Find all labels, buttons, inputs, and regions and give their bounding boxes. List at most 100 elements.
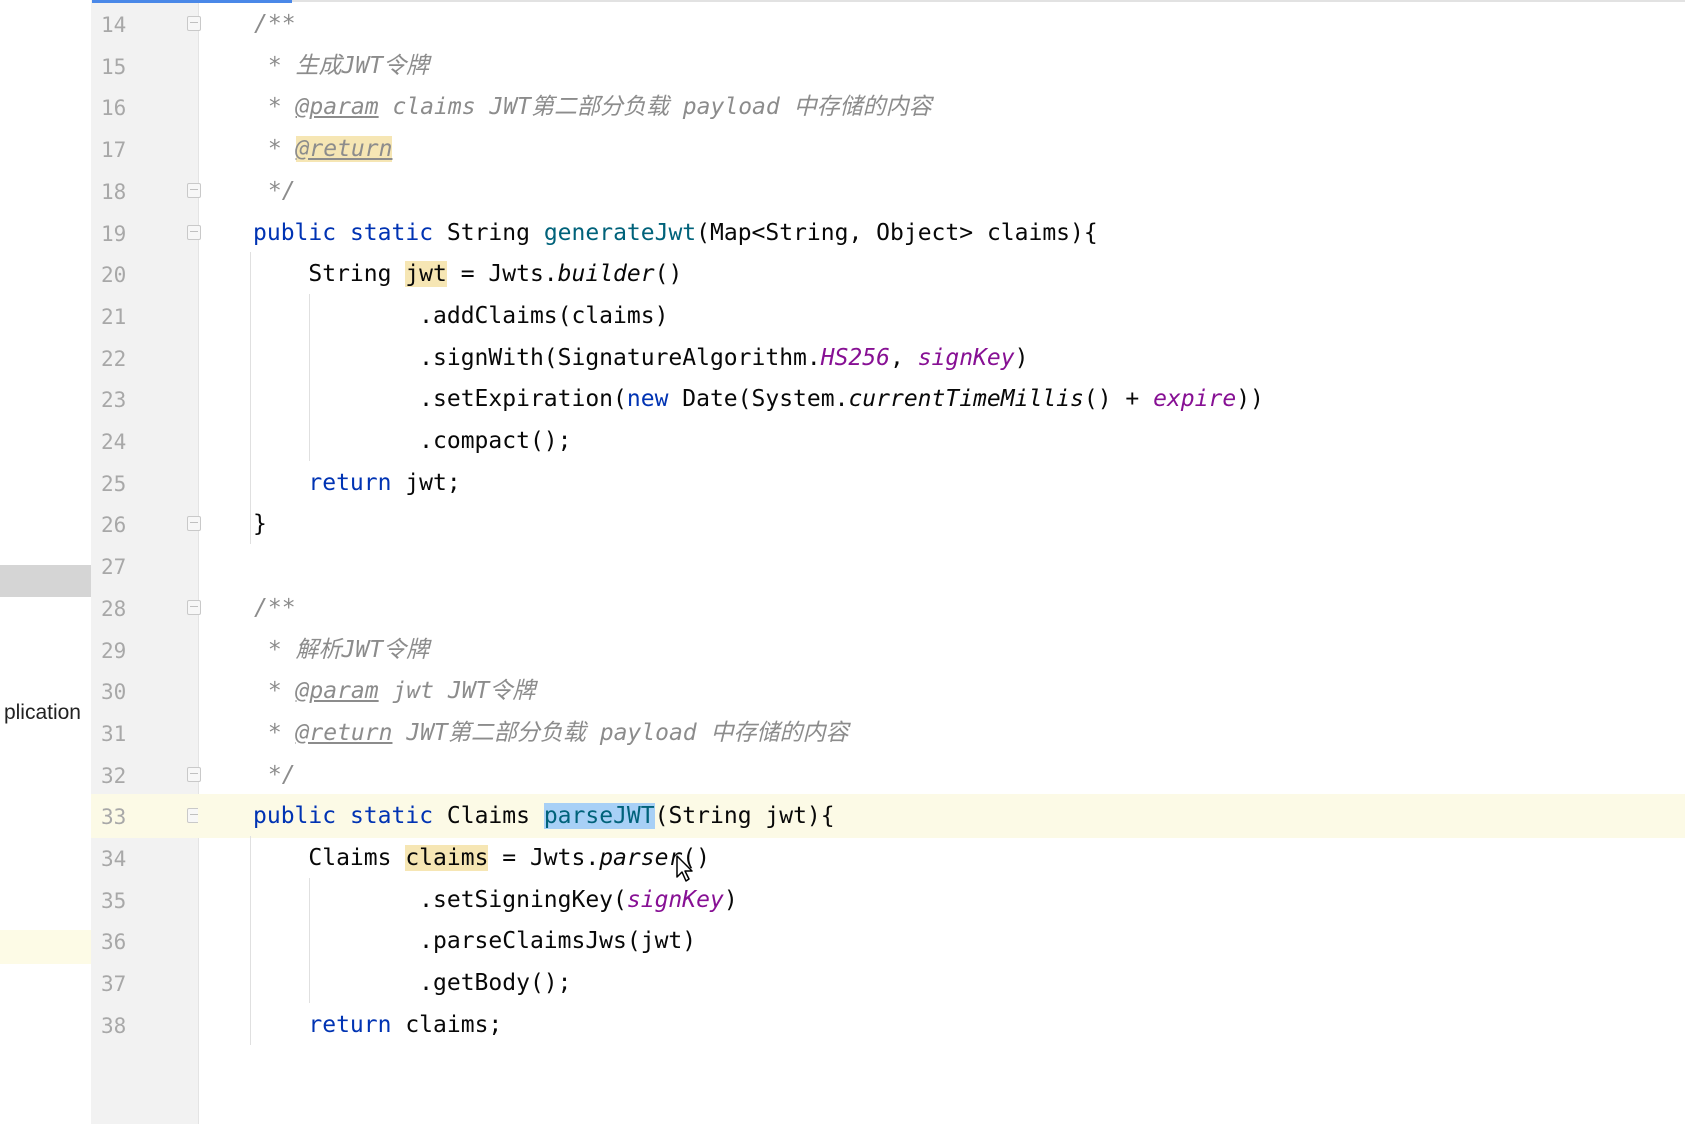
gutter-row[interactable]: 27 [91, 544, 198, 588]
gutter-row[interactable]: 20 [91, 252, 198, 296]
gutter-row[interactable]: 18 [91, 169, 201, 213]
code-line[interactable]: * @return [198, 127, 1685, 171]
project-tree-row[interactable] [0, 930, 91, 964]
code-line[interactable]: * @param claims JWT第二部分负载 payload 中存储的内容 [198, 85, 1685, 129]
project-panel: plication [0, 0, 91, 1124]
gutter-row[interactable]: 22 [91, 336, 198, 380]
code-token: static [349, 803, 434, 830]
code-line[interactable]: */ [198, 753, 1685, 797]
code-token: } [253, 511, 267, 538]
code-token: jwt [405, 261, 447, 288]
project-tree-item-label[interactable]: plication [4, 701, 81, 725]
code-token: signKey [626, 886, 724, 913]
code-token: @param [295, 94, 379, 121]
gutter-row[interactable]: 37 [91, 961, 198, 1005]
code-line[interactable]: /** [198, 2, 1685, 46]
indent-guide [309, 293, 310, 461]
code-text: .setSigningKey(signKey) [253, 886, 738, 914]
code-text: */ [254, 761, 296, 789]
code-token: return [308, 1011, 392, 1038]
gutter-row[interactable]: 16 [91, 85, 198, 129]
line-number: 21 [101, 304, 127, 329]
code-line[interactable]: /** [198, 586, 1685, 630]
code-token: @return [295, 136, 393, 163]
code-line[interactable]: .parseClaimsJws(jwt) [198, 919, 1685, 963]
gutter-row[interactable]: 23 [91, 377, 198, 421]
project-tree-selected-row[interactable] [0, 565, 91, 597]
code-token: generateJwt [543, 219, 697, 246]
code-token: builder [557, 261, 655, 288]
code-text: * 生成JWT令牌 [254, 52, 429, 80]
gutter-row[interactable]: 24 [91, 419, 198, 463]
code-line[interactable]: * @return JWT第二部分负载 payload 中存储的内容 [198, 711, 1685, 755]
code-line[interactable]: String jwt = Jwts.builder() [198, 252, 1685, 296]
code-line[interactable]: .setExpiration(new Date(System.currentTi… [198, 377, 1685, 421]
gutter-row[interactable]: 30 [91, 669, 198, 713]
code-line[interactable]: * 生成JWT令牌 [198, 44, 1685, 88]
code-line[interactable] [198, 544, 1685, 588]
line-number: 29 [101, 638, 127, 663]
code-editor[interactable]: /** * 生成JWT令牌 * @param claims JWT第二部分负载 … [198, 0, 1685, 1124]
gutter-row[interactable]: 25 [91, 461, 198, 505]
code-text: /** [254, 10, 296, 38]
code-token: public [253, 219, 337, 246]
code-line[interactable]: return claims; [198, 1003, 1685, 1047]
gutter-row[interactable]: 31 [91, 711, 198, 755]
code-line[interactable]: .signWith(SignatureAlgorithm.HS256, sign… [198, 336, 1685, 380]
code-token: parser [599, 845, 683, 871]
code-token: HS256 [820, 344, 890, 371]
code-token: claims [405, 845, 489, 871]
indent-guide [250, 252, 251, 545]
gutter-row[interactable]: 17 [91, 127, 198, 171]
line-number: 25 [101, 471, 127, 496]
code-token: = Jwts. [488, 845, 600, 871]
line-number: 31 [101, 721, 127, 746]
code-token: JWT第二部分负载 payload 中存储的内容 [489, 94, 932, 121]
gutter-row[interactable]: 38 [91, 1003, 198, 1047]
code-text: public static String generateJwt(Map<Str… [253, 219, 1098, 247]
gutter-row[interactable]: 19 [91, 211, 201, 255]
code-token: new [626, 386, 669, 413]
gutter-row[interactable]: 35 [91, 878, 198, 922]
code-line[interactable]: .getBody(); [198, 961, 1685, 1005]
code-line[interactable]: public static String generateJwt(Map<Str… [198, 211, 1685, 255]
gutter-row[interactable]: 32 [91, 753, 201, 797]
gutter-row[interactable]: 21 [91, 294, 198, 338]
gutter-row[interactable]: 33 [91, 794, 201, 839]
code-line[interactable]: * @param jwt JWT令牌 [198, 669, 1685, 713]
code-line[interactable]: .setSigningKey(signKey) [198, 878, 1685, 922]
code-line[interactable]: return jwt; [198, 461, 1685, 505]
line-number: 20 [101, 263, 127, 288]
line-number: 14 [101, 13, 127, 37]
line-number: 23 [101, 388, 127, 413]
code-token: public [253, 803, 337, 830]
code-text: .parseClaimsJws(jwt) [253, 927, 696, 955]
line-number: 36 [101, 930, 127, 955]
code-token: signKey [917, 344, 1015, 371]
code-token: JWT令牌 [447, 678, 536, 705]
indent-guide [309, 877, 310, 1003]
gutter-row[interactable]: 29 [91, 628, 198, 672]
code-line[interactable]: */ [198, 169, 1685, 213]
code-token: return [308, 469, 392, 496]
line-number: 19 [101, 221, 127, 246]
gutter-row[interactable]: 26 [91, 502, 201, 546]
code-text: .setExpiration(new Date(System.currentTi… [253, 385, 1264, 413]
code-line[interactable]: .compact(); [198, 419, 1685, 463]
code-line[interactable]: .addClaims(claims) [198, 294, 1685, 338]
gutter-row[interactable]: 15 [91, 44, 198, 88]
code-line[interactable]: Claims claims = Jwts.parser() [198, 836, 1685, 880]
code-token: ) [723, 886, 738, 913]
gutter-row[interactable]: 34 [91, 836, 198, 880]
gutter-row[interactable]: 14 [91, 2, 201, 46]
code-text: * @param jwt JWT令牌 [254, 677, 536, 705]
code-line[interactable]: } [198, 502, 1685, 546]
gutter-row[interactable]: 36 [91, 919, 198, 963]
gutter-row[interactable]: 28 [91, 586, 201, 630]
code-line[interactable]: * 解析JWT令牌 [198, 628, 1685, 672]
code-text: * @return [254, 135, 393, 163]
code-line[interactable]: public static Claims parseJWT(String jwt… [198, 794, 1685, 839]
